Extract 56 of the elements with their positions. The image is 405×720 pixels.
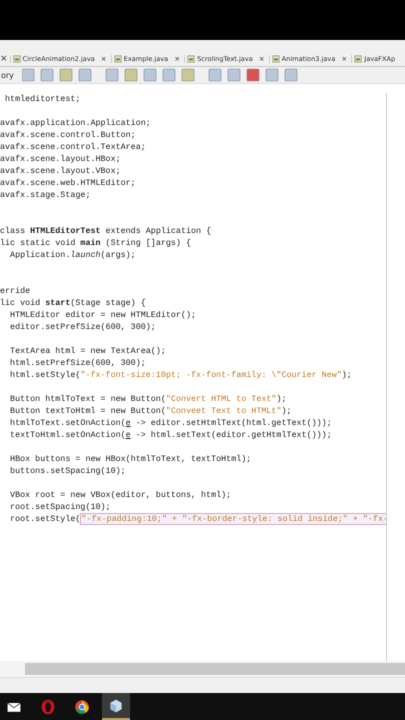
- code-text: (args);: [100, 250, 136, 260]
- file-icon: [187, 55, 196, 63]
- code-text: (String []args) {: [104, 238, 191, 248]
- code-text: lic void: [0, 298, 42, 308]
- cube-icon[interactable]: [108, 698, 124, 714]
- chrome-icon[interactable]: [74, 698, 90, 714]
- history-tab[interactable]: ory: [1, 70, 14, 80]
- code-text: lic static void: [0, 238, 76, 248]
- code-text: avafx.stage.Stage;: [0, 190, 90, 200]
- warning-text: e: [126, 418, 131, 428]
- string-literal: "Convert HTML to Text": [166, 394, 276, 404]
- file-icon: [114, 55, 122, 63]
- code-text: );: [281, 406, 292, 416]
- code-text: editor.setPrefSize(600, 300);: [9, 322, 156, 332]
- code-text: );: [276, 394, 286, 404]
- code-text: Application.: [9, 250, 70, 260]
- code-text: html.setStyle(: [9, 370, 80, 380]
- code-text: VBox root = new VBox(editor, buttons, html);: [9, 490, 232, 500]
- code-text: );: [342, 370, 352, 380]
- code-text: Button htmlToText = new Button(: [9, 394, 166, 404]
- code-text: avafx.scene.layout.VBox;: [0, 166, 121, 176]
- code-text: root.setSpacing(10);: [9, 502, 111, 512]
- code-text: html.setPrefSize(600, 300);: [9, 358, 146, 368]
- code-text: HTMLEditor editor = new HTMLEditor();: [9, 310, 196, 320]
- code-text: textToHtml.setOnAction(: [9, 430, 126, 440]
- code-text: launch: [70, 250, 101, 260]
- code-text: erride: [0, 286, 30, 296]
- file-icon: [354, 55, 362, 63]
- code-text: htmleditortest;: [4, 94, 80, 104]
- code-text: htmlToText.setOnAction(: [9, 418, 126, 428]
- code-text: class: [0, 226, 26, 236]
- code-text: Button textToHtml = new Button(: [9, 406, 166, 416]
- code-text: avafx.scene.layout.HBox;: [0, 154, 121, 164]
- string-literal: "Conveet Text to HTMLt": [166, 406, 282, 416]
- code-text: buttons.setSpacing(10);: [9, 466, 126, 476]
- code-text: TextArea html = new TextArea();: [9, 346, 166, 356]
- code-text: avafx.application.Application;: [0, 118, 151, 128]
- code-text: avafx.scene.control.Button;: [0, 130, 136, 140]
- code-text: HBox buttons = new HBox(htmlToText, textToHtml);: [9, 454, 252, 464]
- string-literal: "-fx-font-size:10pt; -fx-font-family: \"Courier New": [80, 370, 342, 380]
- code-text: extends Application {: [104, 226, 212, 236]
- scrollbar[interactable]: [25, 663, 405, 675]
- code-text: main: [80, 238, 101, 248]
- file-icon: [272, 55, 280, 63]
- code-text: avafx.scene.control.TextArea;: [0, 142, 146, 152]
- opera-icon[interactable]: [40, 698, 56, 714]
- file-icon: [12, 55, 21, 63]
- code-text: (Stage stage) {: [70, 298, 146, 308]
- code-text: start: [45, 298, 70, 308]
- code-text: avafx.scene.web.HTMLEditor;: [0, 178, 136, 188]
- warning-text: e: [126, 430, 131, 440]
- code-text: -> editor.setHtmlText(html.getText()));: [134, 418, 332, 428]
- code-text: -> html.setText(editor.getHtmlText()));: [134, 430, 332, 440]
- code-text: root.setStyle(: [9, 514, 80, 524]
- close-icon[interactable]: ×: [0, 54, 8, 64]
- code-text: HTMLEditorTest: [30, 226, 101, 236]
